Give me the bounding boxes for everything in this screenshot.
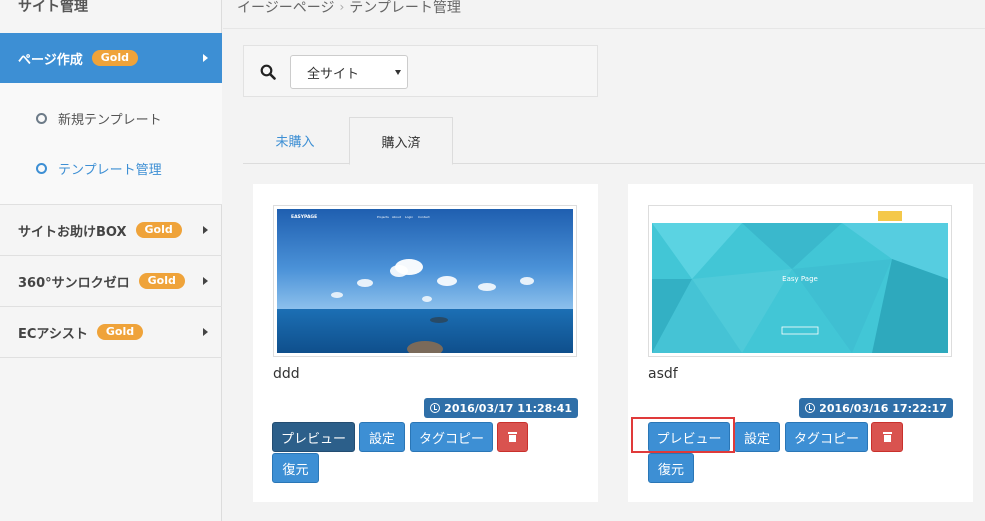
tab-label: 未購入 xyxy=(275,135,315,150)
site-select[interactable]: 全サイト xyxy=(290,55,408,89)
chevron-right-icon xyxy=(203,54,208,62)
button-label: 復元 xyxy=(282,462,309,478)
sidebar-site-management[interactable]: サイト管理 xyxy=(0,0,222,28)
restore-button[interactable]: 復元 xyxy=(648,453,694,483)
thumbnail-nav-text: Login xyxy=(405,215,413,219)
tag-copy-button[interactable]: タグコピー xyxy=(410,422,493,452)
restore-button[interactable]: 復元 xyxy=(272,453,319,483)
button-label: タグコピー xyxy=(418,431,484,447)
sidebar-subitem-template-management[interactable]: テンプレート管理 xyxy=(36,159,162,178)
sidebar-item-label: ページ作成 xyxy=(18,52,83,68)
preview-button[interactable]: プレビュー xyxy=(272,422,355,452)
tab-unpurchased[interactable]: 未購入 xyxy=(243,117,347,164)
thumbnail-nav-text: Contact xyxy=(418,215,430,219)
settings-button[interactable]: 設定 xyxy=(734,422,780,452)
button-label: 復元 xyxy=(657,462,684,478)
dropdown-arrow-icon xyxy=(395,70,401,75)
divider xyxy=(223,28,985,29)
gold-badge: Gold xyxy=(96,324,144,340)
polygon-thumbnail-image: Easy Page xyxy=(652,209,948,353)
gold-badge: Gold xyxy=(138,273,185,289)
sidebar-submenu: 新規テンプレート テンプレート管理 xyxy=(0,83,222,205)
tag-copy-button[interactable]: タグコピー xyxy=(785,422,868,452)
tab-label: 購入済 xyxy=(381,135,421,151)
circle-icon xyxy=(36,113,47,124)
sidebar-subitem-label: テンプレート管理 xyxy=(58,163,162,178)
thumbnail-nav-text: About xyxy=(392,215,402,219)
button-label: タグコピー xyxy=(793,431,859,447)
thumbnail-heading-text: Easy Page xyxy=(782,275,818,283)
preview-highlight-box xyxy=(631,417,735,453)
template-title: ddd xyxy=(273,366,300,382)
breadcrumb-root[interactable]: イージーページ xyxy=(237,0,334,17)
settings-button[interactable]: 設定 xyxy=(359,422,405,452)
date-text: 2016/03/16 17:22:17 xyxy=(819,401,947,415)
main-content: イージーページ › テンプレート管理 全サイト 未購入 購入済 EASYPAGE… xyxy=(223,0,985,521)
chevron-right-icon xyxy=(203,226,208,234)
search-panel: 全サイト xyxy=(243,45,598,97)
sidebar-top-label: サイト管理 xyxy=(18,0,88,15)
sidebar-item-label: サイトお助けBOX xyxy=(18,224,127,240)
template-card: Easy Page asdf 2016/03/16 17:22:17 プレビュー… xyxy=(628,184,973,502)
sidebar-item-360[interactable]: 360°サンロクゼロ Gold xyxy=(0,256,222,307)
sidebar-item-ec-assist[interactable]: ECアシスト Gold xyxy=(0,307,222,358)
date-text: 2016/03/17 11:28:41 xyxy=(444,401,572,415)
clock-icon xyxy=(805,403,816,413)
button-label: 設定 xyxy=(743,431,770,447)
sidebar-subitem-label: 新規テンプレート xyxy=(58,113,162,128)
ocean-thumbnail-image: EASYPAGE Projects About Login Contact xyxy=(277,209,573,353)
sidebar-item-site-help-box[interactable]: サイトお助けBOX Gold xyxy=(0,205,222,256)
template-thumbnail[interactable]: EASYPAGE Projects About Login Contact xyxy=(273,205,577,357)
sidebar-subitem-new-template[interactable]: 新規テンプレート xyxy=(36,109,162,128)
gold-badge: Gold xyxy=(91,50,138,66)
date-badge: 2016/03/16 17:22:17 xyxy=(799,398,953,418)
sidebar-item-label: 360°サンロクゼロ xyxy=(18,275,130,291)
chevron-right-icon xyxy=(203,328,208,336)
gold-badge: Gold xyxy=(135,222,182,238)
breadcrumb: イージーページ › テンプレート管理 xyxy=(237,0,461,17)
circle-icon xyxy=(36,163,47,174)
trash-icon xyxy=(882,432,892,442)
clock-icon xyxy=(430,403,441,413)
button-label: 設定 xyxy=(368,431,395,447)
thumbnail-nav-text: Projects xyxy=(377,215,389,219)
sidebar: サイト管理 ページ作成 Gold 新規テンプレート テンプレート管理 サイトお助… xyxy=(0,0,222,521)
sidebar-item-label: ECアシスト xyxy=(18,326,88,342)
breadcrumb-separator: › xyxy=(339,0,345,14)
tabs: 未購入 購入済 xyxy=(243,117,985,165)
site-select-value: 全サイト xyxy=(307,66,360,82)
chevron-right-icon xyxy=(203,277,208,285)
thumbnail-brand-text: EASYPAGE xyxy=(291,214,317,220)
trash-icon xyxy=(508,432,517,442)
delete-button[interactable] xyxy=(497,422,528,452)
button-label: プレビュー xyxy=(280,431,346,447)
breadcrumb-current: テンプレート管理 xyxy=(349,0,461,16)
template-thumbnail[interactable]: Easy Page xyxy=(648,205,952,357)
date-badge: 2016/03/17 11:28:41 xyxy=(424,398,578,418)
sidebar-item-page-creation[interactable]: ページ作成 Gold xyxy=(0,33,222,83)
delete-button[interactable] xyxy=(871,422,903,452)
tab-purchased[interactable]: 購入済 xyxy=(349,117,453,165)
template-card: EASYPAGE Projects About Login Contact dd… xyxy=(253,184,598,502)
template-title: asdf xyxy=(648,366,678,382)
search-icon[interactable] xyxy=(260,64,276,80)
